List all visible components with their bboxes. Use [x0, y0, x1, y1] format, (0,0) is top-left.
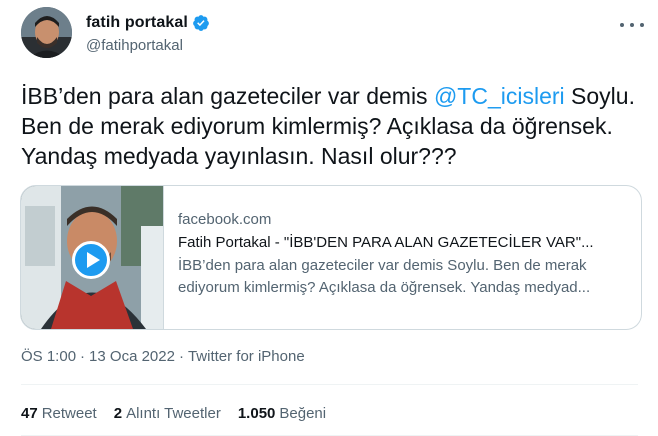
tweet: fatih portakal @fatihportakal İBB’den pa… [0, 0, 658, 436]
retweets-stat[interactable]: 47 Retweet [21, 405, 97, 422]
quotes-count: 2 [113, 405, 123, 422]
author-display-name[interactable]: fatih portakal [86, 14, 188, 32]
tweet-date[interactable]: 13 Oca 2022 [89, 348, 175, 365]
play-icon[interactable] [72, 241, 110, 279]
card-thumbnail[interactable] [21, 186, 164, 329]
verified-badge-icon [192, 14, 210, 32]
avatar-photo [21, 7, 72, 58]
likes-stat[interactable]: 1.050 Beğeni [238, 405, 326, 422]
quotes-stat[interactable]: 2 Alıntı Tweetler [114, 405, 221, 422]
card-body: facebook.com Fatih Portakal - "İBB'DEN P… [178, 210, 633, 299]
tweet-source[interactable]: Twitter for iPhone [188, 348, 305, 365]
tweet-time[interactable]: ÖS 1:00 [21, 348, 76, 365]
author-name-row[interactable]: fatih portakal [86, 14, 210, 32]
meta-separator: · [80, 348, 86, 365]
avatar[interactable] [21, 7, 72, 58]
tweet-stats: 47 Retweet 2 Alıntı Tweetler 1.050 Beğen… [21, 405, 343, 422]
tweet-text-part: İBB’den para alan gazeteciler var demis [21, 83, 434, 109]
likes-label: Beğeni [279, 405, 327, 422]
author-handle[interactable]: @fatihportakal [86, 37, 183, 54]
meta-separator: · [178, 348, 184, 365]
more-dot [620, 23, 624, 27]
link-card[interactable]: facebook.com Fatih Portakal - "İBB'DEN P… [20, 185, 642, 330]
more-dot [630, 23, 634, 27]
more-dot [640, 23, 644, 27]
mention-link[interactable]: @TC_icisleri [434, 83, 565, 109]
tweet-meta: ÖS 1:00 · 13 Oca 2022 · Twitter for iPho… [21, 348, 305, 365]
likes-count: 1.050 [237, 405, 276, 422]
card-title: Fatih Portakal - "İBB'DEN PARA ALAN GAZE… [178, 234, 594, 251]
tweet-text: İBB’den para alan gazeteciler var demis … [21, 81, 641, 171]
card-description: İBB’den para alan gazeteciler var demis … [178, 257, 591, 296]
retweets-count: 47 [21, 405, 38, 422]
card-domain: facebook.com [178, 211, 272, 228]
quotes-label: Alıntı Tweetler [126, 405, 221, 422]
retweets-label: Retweet [41, 405, 97, 422]
divider [21, 384, 638, 385]
more-options-icon[interactable] [620, 16, 644, 34]
